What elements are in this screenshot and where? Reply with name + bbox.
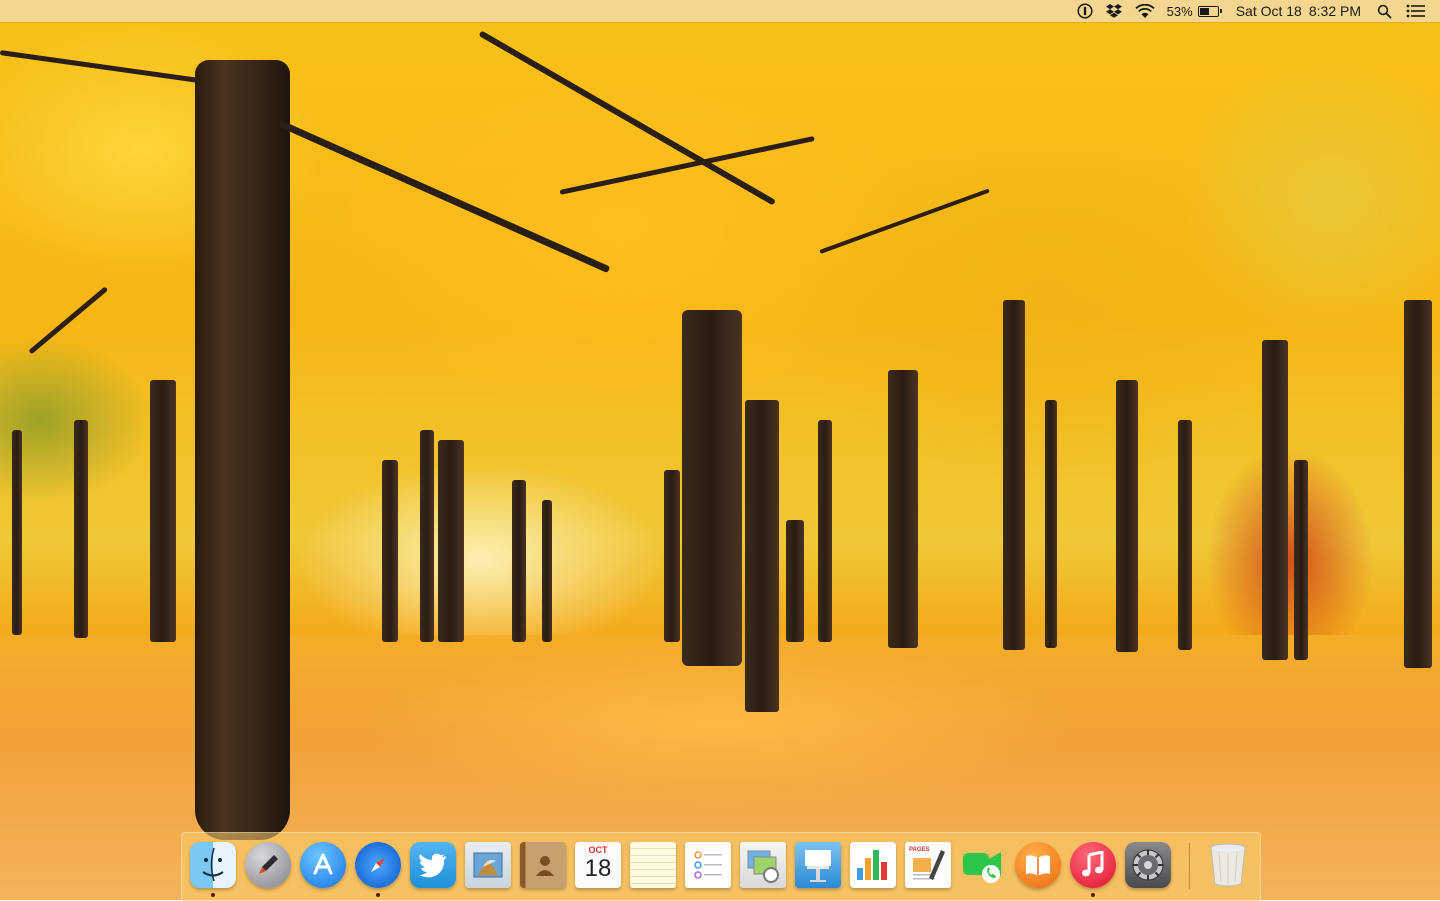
contacts-icon[interactable] bbox=[520, 842, 566, 888]
wallpaper-trunk bbox=[786, 520, 804, 642]
wallpaper-trunk bbox=[682, 310, 742, 666]
dock-separator bbox=[1189, 843, 1190, 889]
wallpaper-branch bbox=[28, 286, 109, 355]
battery-indicator[interactable]: 53% bbox=[1167, 4, 1222, 19]
keynote-icon[interactable] bbox=[795, 842, 841, 888]
wallpaper-trunk bbox=[12, 430, 22, 635]
trash-icon[interactable] bbox=[1205, 842, 1251, 888]
wallpaper-trunk bbox=[664, 470, 680, 642]
wallpaper-trunk bbox=[818, 420, 832, 642]
wallpaper-trunk bbox=[1178, 420, 1192, 650]
twitter-icon[interactable] bbox=[410, 842, 456, 888]
wifi-icon[interactable] bbox=[1135, 0, 1155, 22]
wallpaper-trunk bbox=[1262, 340, 1288, 660]
wallpaper-trunk bbox=[438, 440, 464, 642]
pages-icon[interactable]: PAGES bbox=[905, 842, 951, 888]
system-preferences-icon[interactable] bbox=[1125, 842, 1171, 888]
calendar-icon[interactable]: OCT 18 bbox=[575, 842, 621, 888]
ibooks-icon[interactable] bbox=[1015, 842, 1061, 888]
wallpaper-trunk bbox=[74, 420, 88, 638]
wallpaper-branch bbox=[559, 135, 815, 195]
mail-icon[interactable] bbox=[465, 842, 511, 888]
battery-percent: 53% bbox=[1166, 3, 1193, 19]
safari-icon[interactable] bbox=[355, 842, 401, 888]
menu-bar: 53% Sat Oct 18 8:32 PM bbox=[0, 0, 1440, 22]
wallpaper-main-trunk bbox=[195, 60, 290, 840]
dropbox-icon[interactable] bbox=[1105, 0, 1123, 22]
wallpaper-trunk bbox=[1404, 300, 1432, 668]
reminders-icon[interactable] bbox=[685, 842, 731, 888]
wallpaper-trunk bbox=[1294, 460, 1308, 660]
finder-icon[interactable] bbox=[190, 842, 236, 888]
pages-label: PAGES bbox=[909, 847, 930, 853]
menubar-clock[interactable]: 8:32 PM bbox=[1309, 0, 1361, 22]
wallpaper-branch bbox=[278, 120, 611, 274]
wallpaper-trunk bbox=[382, 460, 398, 642]
battery-tip bbox=[1219, 9, 1222, 13]
notification-center-icon[interactable] bbox=[1406, 0, 1426, 22]
wallpaper-trunk bbox=[512, 480, 526, 642]
numbers-icon[interactable] bbox=[850, 842, 896, 888]
calendar-month: OCT bbox=[588, 845, 608, 855]
wallpaper-trunk bbox=[542, 500, 552, 642]
menubar-date[interactable]: Sat Oct 18 bbox=[1236, 0, 1302, 22]
wallpaper-trunk bbox=[888, 370, 918, 648]
launchpad-icon[interactable] bbox=[245, 842, 291, 888]
wallpaper-trunk bbox=[150, 380, 176, 642]
preview-icon[interactable] bbox=[740, 842, 786, 888]
itunes-running-dot bbox=[1091, 893, 1095, 897]
onepassword-icon[interactable] bbox=[1077, 0, 1093, 22]
desktop-wallpaper bbox=[0, 0, 1440, 900]
spotlight-icon[interactable] bbox=[1377, 0, 1392, 22]
dock: OCT 18 PAGES bbox=[181, 832, 1261, 901]
battery-level bbox=[1199, 7, 1209, 15]
menu-extras: 53% Sat Oct 18 8:32 PM bbox=[1077, 0, 1440, 22]
wallpaper-trunk bbox=[420, 430, 434, 642]
calendar-day: 18 bbox=[584, 855, 612, 882]
safari-running-dot bbox=[376, 893, 380, 897]
wallpaper-branch bbox=[819, 188, 990, 254]
wallpaper-trunk bbox=[1003, 300, 1025, 650]
wallpaper-trunk bbox=[1116, 380, 1138, 652]
finder-running-dot bbox=[211, 893, 215, 897]
itunes-icon[interactable] bbox=[1070, 842, 1116, 888]
battery-icon bbox=[1197, 5, 1219, 17]
wallpaper-branch bbox=[0, 50, 199, 83]
wallpaper-trunk bbox=[745, 400, 779, 712]
facetime-icon[interactable] bbox=[960, 842, 1006, 888]
app-store-icon[interactable] bbox=[300, 842, 346, 888]
wallpaper-trunk bbox=[1045, 400, 1057, 648]
notes-icon[interactable] bbox=[630, 842, 676, 888]
